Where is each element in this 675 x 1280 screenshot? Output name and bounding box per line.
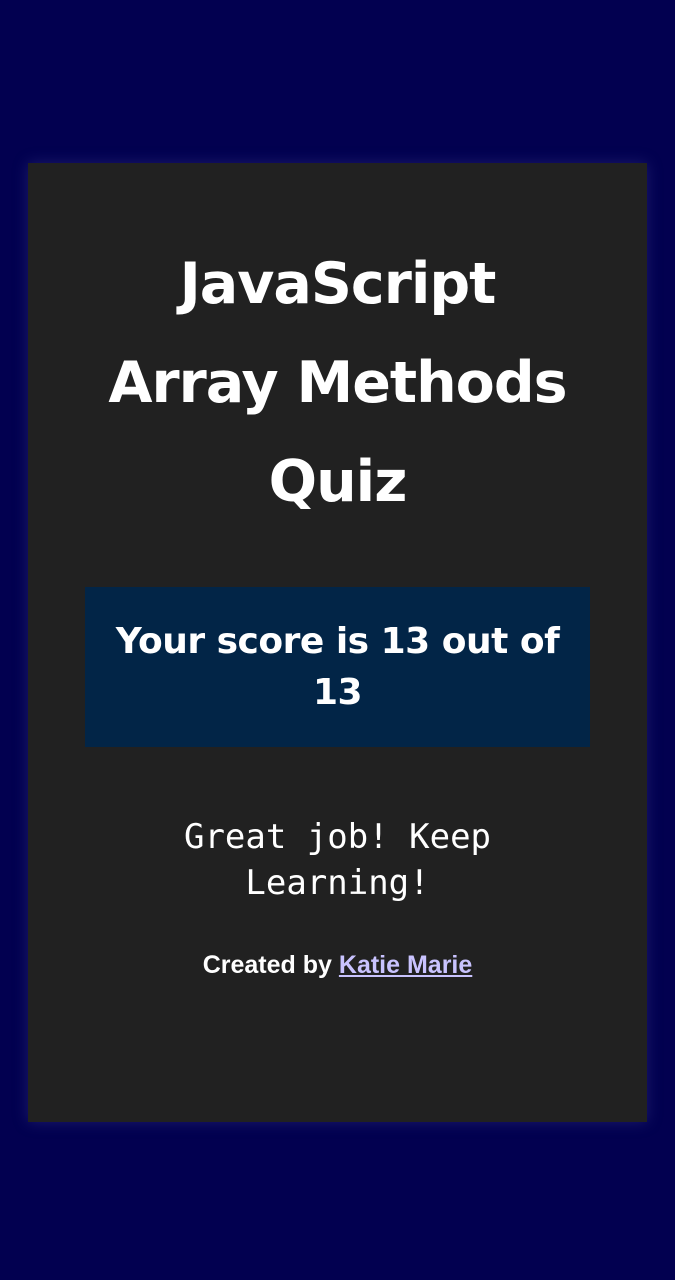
title-line: Quiz: [268, 449, 408, 515]
score-text: Your score is 13 out of 13: [115, 621, 560, 713]
quiz-title: JavaScript Array Methods Quiz: [28, 235, 647, 532]
quiz-card: JavaScript Array Methods Quiz Your score…: [28, 163, 647, 1122]
title-line: JavaScript: [179, 251, 497, 317]
result-message: Great job! Keep Learning!: [28, 814, 647, 906]
score-panel: Your score is 13 out of 13: [85, 587, 590, 747]
title-line: Array Methods: [108, 350, 567, 416]
credit-line: Created by Katie Marie: [28, 949, 647, 981]
message-line: Great job! Keep: [183, 817, 492, 857]
message-line: Learning!: [245, 863, 430, 903]
author-link[interactable]: Katie Marie: [339, 951, 472, 979]
credit-prefix: Created by: [202, 951, 339, 979]
